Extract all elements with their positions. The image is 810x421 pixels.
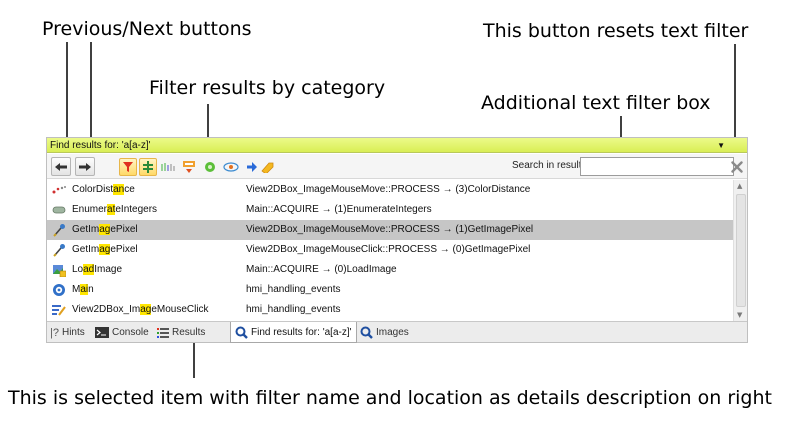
scroll-up-icon[interactable]: ▲ (737, 182, 742, 190)
result-row[interactable]: ColorDistance View2DBox_ImageMouseMove::P… (47, 180, 733, 200)
tab-find-results-for-a-a-z[interactable]: Find results for: 'a[a-z]' (230, 322, 357, 343)
result-name: EnumerateIntegers (72, 204, 157, 215)
bars-icon (161, 163, 175, 171)
scroll-down-icon[interactable]: ▼ (737, 311, 742, 319)
result-row[interactable]: View2DBox_ImageMouseClick hmi_handling_ev… (47, 300, 733, 320)
tab-label: Images (376, 327, 409, 338)
find-results-panel: Find results for: 'a[a-z]' ▼ Search in r… (46, 137, 748, 343)
name-part: GetIm (72, 244, 100, 255)
name-part: View2DBox_Im (72, 304, 141, 315)
result-location: hmi_handling_events (246, 284, 341, 295)
match-highlight: ag (99, 244, 111, 255)
help-icon: |? (50, 326, 59, 339)
category-filter-group (118, 156, 276, 178)
result-row[interactable]: Main hmi_handling_events (47, 280, 733, 300)
panel-titlebar: Find results for: 'a[a-z]' ▼ (47, 138, 747, 153)
arrow-icon (247, 162, 257, 172)
arrow-left-icon (55, 162, 67, 171)
reset-filter-button[interactable] (728, 158, 745, 175)
gear-blue-icon (52, 283, 66, 297)
tag-icon (261, 162, 274, 173)
match-highlight: ai (80, 284, 89, 295)
tab-results[interactable]: Results (157, 322, 205, 343)
result-name: GetImagePixel (72, 244, 138, 255)
tab-hints[interactable]: |? Hints (50, 322, 85, 343)
name-part: ePixel (110, 224, 138, 235)
tab-label: Results (172, 327, 206, 338)
name-part: ColorDist (72, 184, 114, 195)
pill-icon (52, 203, 66, 217)
name-part: n (88, 284, 94, 295)
tab-images[interactable]: Images (360, 322, 409, 343)
results-toolbar: Search in results: (47, 154, 747, 179)
tab-label: Find results for: 'a[a-z]' (251, 326, 352, 338)
tab-label: Hints (61, 327, 85, 338)
scrollbar-thumb[interactable] (736, 194, 746, 307)
search-icon (235, 326, 248, 339)
filter-icon (123, 162, 133, 172)
gear-filter-button[interactable] (201, 158, 219, 176)
filter-toggle-button[interactable] (119, 158, 137, 176)
search-label: Search in results: (512, 160, 590, 171)
result-row[interactable]: EnumerateIntegers Main::ACQUIRE → (1)Enum… (47, 200, 733, 220)
bottom-tab-bar: |? Hints Console Results Find results for: '… (47, 321, 747, 343)
columns-icon (143, 161, 153, 173)
reduce-filter-button[interactable] (180, 158, 198, 176)
panel-title: Find results for: 'a[a-z]' (50, 140, 151, 151)
match-highlight: ag (140, 304, 152, 315)
eye-icon (223, 162, 239, 172)
bars-pen-icon (52, 303, 66, 317)
search-results-input[interactable] (580, 157, 734, 176)
search-icon (360, 326, 373, 339)
tag-filter-button[interactable] (258, 158, 276, 176)
match-highlight: ag (99, 224, 111, 235)
console-icon (95, 327, 109, 338)
load-image-icon (52, 263, 66, 277)
selected-result-row[interactable]: GetImagePixel View2DBox_ImageMouseMove::P… (47, 220, 733, 240)
close-icon (730, 160, 743, 173)
name-part: eIntegers (115, 204, 158, 215)
eyedropper-icon (52, 243, 66, 257)
eye-filter-button[interactable] (222, 158, 240, 176)
result-location: View2DBox_ImageMouseMove::PROCESS → (1)G… (246, 224, 534, 235)
chevron-down-icon[interactable]: ▼ (717, 138, 725, 153)
match-highlight: ad (83, 264, 95, 275)
eyedropper-icon (52, 223, 66, 237)
result-name: GetImagePixel (72, 224, 138, 235)
result-row[interactable]: LoadImage Main::ACQUIRE → (0)LoadImage (47, 260, 733, 280)
scatter-icon (52, 183, 66, 197)
name-part: eMouseClick (151, 304, 209, 315)
reduce-icon (183, 161, 195, 173)
result-name: Main (72, 284, 94, 295)
result-location: Main::ACQUIRE → (1)EnumerateIntegers (246, 204, 432, 215)
tab-label: Console (112, 327, 149, 338)
tab-console[interactable]: Console (95, 322, 149, 343)
name-part: ePixel (110, 244, 138, 255)
result-name: LoadImage (72, 264, 122, 275)
columns-filter-button[interactable] (139, 158, 157, 176)
result-location: Main::ACQUIRE → (0)LoadImage (246, 264, 397, 275)
previous-button[interactable] (51, 157, 71, 176)
next-button[interactable] (75, 157, 95, 176)
gear-green-icon (205, 162, 215, 172)
name-part: ce (124, 184, 135, 195)
list-icon (157, 327, 169, 339)
name-part: Lo (72, 264, 84, 275)
results-list: ColorDistance View2DBox_ImageMouseMove::P… (47, 180, 733, 321)
name-part: Image (94, 264, 123, 275)
match-highlight: an (113, 184, 125, 195)
result-location: hmi_handling_events (246, 304, 341, 315)
result-location: View2DBox_ImageMouseMove::PROCESS → (3)C… (246, 184, 531, 195)
result-location: View2DBox_ImageMouseClick::PROCESS → (0)… (246, 244, 531, 255)
name-part: GetIm (72, 224, 100, 235)
vertical-scrollbar[interactable]: ▲ ▼ (733, 180, 747, 321)
bars-filter-button[interactable] (159, 158, 177, 176)
result-row[interactable]: GetImagePixel View2DBox_ImageMouseClick::… (47, 240, 733, 260)
result-name: View2DBox_ImageMouseClick (72, 304, 209, 315)
arrow-right-icon (79, 162, 91, 171)
result-name: ColorDistance (72, 184, 135, 195)
name-part: Enumer (72, 204, 108, 215)
